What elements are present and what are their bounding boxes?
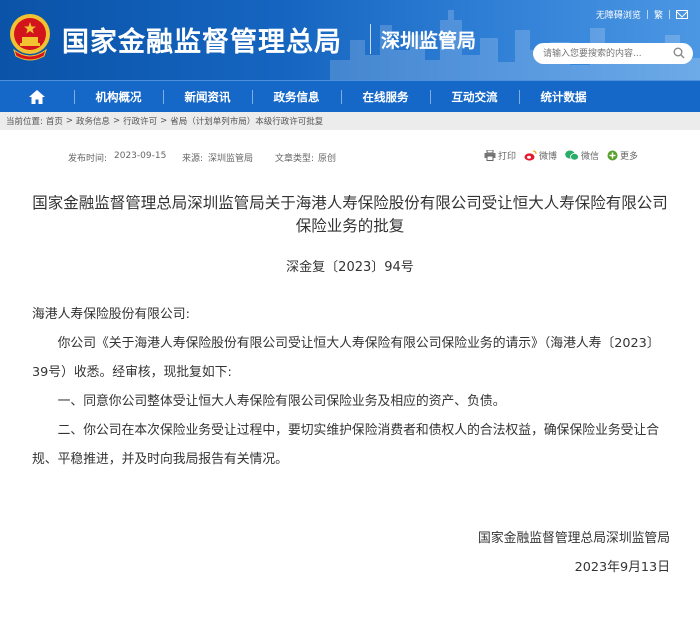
nav-item-online-service[interactable]: 在线服务	[341, 81, 430, 112]
breadcrumb-separator: >	[160, 116, 168, 126]
breadcrumb: 当前位置: 首页 > 政务信息 > 行政许可 > 省局（计划单列市局）本级行政许…	[0, 112, 700, 130]
article-title: 国家金融监督管理总局深圳监管局关于海港人寿保险股份有限公司受让恒大人寿保险有限公…	[10, 192, 690, 238]
signature-org: 国家金融监督管理总局深圳监管局	[478, 531, 670, 546]
main-nav: 机构概况 新闻资讯 政务信息 在线服务 互动交流 统计数据	[0, 80, 700, 112]
wechat-icon	[565, 150, 579, 161]
wechat-share-button[interactable]: 微信	[565, 149, 599, 162]
salutation: 海港人寿保险股份有限公司:	[32, 307, 190, 322]
paragraph-2: 一、同意你公司整体受让恒大人寿保险有限公司保险业务及相应的资产、负债。	[57, 394, 506, 409]
weibo-icon	[524, 150, 537, 161]
site-name[interactable]: 国家金融监督管理总局	[62, 20, 342, 59]
home-icon	[29, 89, 45, 104]
top-link-separator: |	[645, 9, 649, 20]
type-label: 文章类型:	[275, 154, 315, 164]
wechat-label: 微信	[580, 152, 599, 162]
breadcrumb-separator: >	[65, 116, 74, 126]
nav-item-news[interactable]: 新闻资讯	[163, 81, 252, 112]
more-share-button[interactable]: 更多	[607, 149, 638, 162]
breadcrumb-home[interactable]: 首页	[46, 115, 63, 127]
breadcrumb-government-info[interactable]: 政务信息	[76, 115, 110, 127]
weibo-label: 微博	[538, 152, 557, 162]
more-label: 更多	[619, 152, 638, 162]
top-link-separator: |	[667, 9, 671, 20]
print-label: 打印	[497, 152, 516, 162]
nav-item-about[interactable]: 机构概况	[74, 81, 163, 112]
publish-date: 2023-09-15	[114, 151, 167, 161]
print-button[interactable]: 打印	[484, 149, 516, 162]
nav-home[interactable]	[0, 81, 74, 112]
paragraph-3: 二、你公司在本次保险业务受让过程中，要切实维护保险消费者和债权人的合法权益，确保…	[32, 423, 660, 467]
search-input[interactable]	[533, 43, 693, 64]
header-divider	[370, 24, 371, 54]
source-value: 深圳监管局	[208, 154, 254, 164]
site-header: 国家金融监督管理总局 深圳监管局 无障碍浏览 | 繁 |	[0, 0, 700, 80]
printer-icon	[484, 150, 496, 161]
breadcrumb-label: 当前位置:	[6, 117, 43, 127]
mail-icon[interactable]	[676, 10, 688, 19]
breadcrumb-current[interactable]: 省局（计划单列市局）本级行政许可批复	[170, 115, 323, 127]
signature-block: 国家金融监督管理总局深圳监管局 2023年9月13日	[478, 524, 670, 582]
paragraph-1: 你公司《关于海港人寿保险股份有限公司受让恒大人寿保险有限公司保险业务的请示》（海…	[32, 336, 660, 380]
branch-name[interactable]: 深圳监管局	[381, 26, 476, 53]
document-number: 深金复〔2023〕94号	[286, 260, 414, 275]
breadcrumb-admin-license[interactable]: 行政许可	[123, 115, 157, 127]
share-bar: 打印 微博 微信 更多	[484, 149, 638, 162]
top-links: 无障碍浏览 | 繁 |	[596, 8, 688, 21]
source-label: 来源:	[182, 154, 204, 164]
search-icon[interactable]	[673, 47, 685, 59]
article-body: 海港人寿保险股份有限公司: 你公司《关于海港人寿保险股份有限公司受让恒大人寿保险…	[32, 300, 672, 474]
national-emblem-icon[interactable]	[8, 10, 52, 62]
article-title-line-1: 国家金融监督管理总局深圳监管局关于海港人寿保险股份有限公司受让恒大人寿保险有限公…	[32, 194, 668, 212]
signature-date: 2023年9月13日	[574, 560, 670, 575]
nav-item-interaction[interactable]: 互动交流	[430, 81, 519, 112]
accessible-browse-link[interactable]: 无障碍浏览	[596, 8, 641, 21]
weibo-share-button[interactable]: 微博	[524, 149, 557, 162]
breadcrumb-separator: >	[113, 116, 121, 126]
plus-circle-icon	[607, 150, 618, 161]
nav-item-government-info[interactable]: 政务信息	[252, 81, 341, 112]
nav-item-statistics[interactable]: 统计数据	[519, 81, 608, 112]
traditional-chinese-link[interactable]: 繁	[654, 8, 663, 21]
article-title-line-2: 保险业务的批复	[295, 217, 405, 235]
type-value: 原创	[318, 154, 337, 164]
publish-label: 发布时间:	[68, 154, 108, 164]
